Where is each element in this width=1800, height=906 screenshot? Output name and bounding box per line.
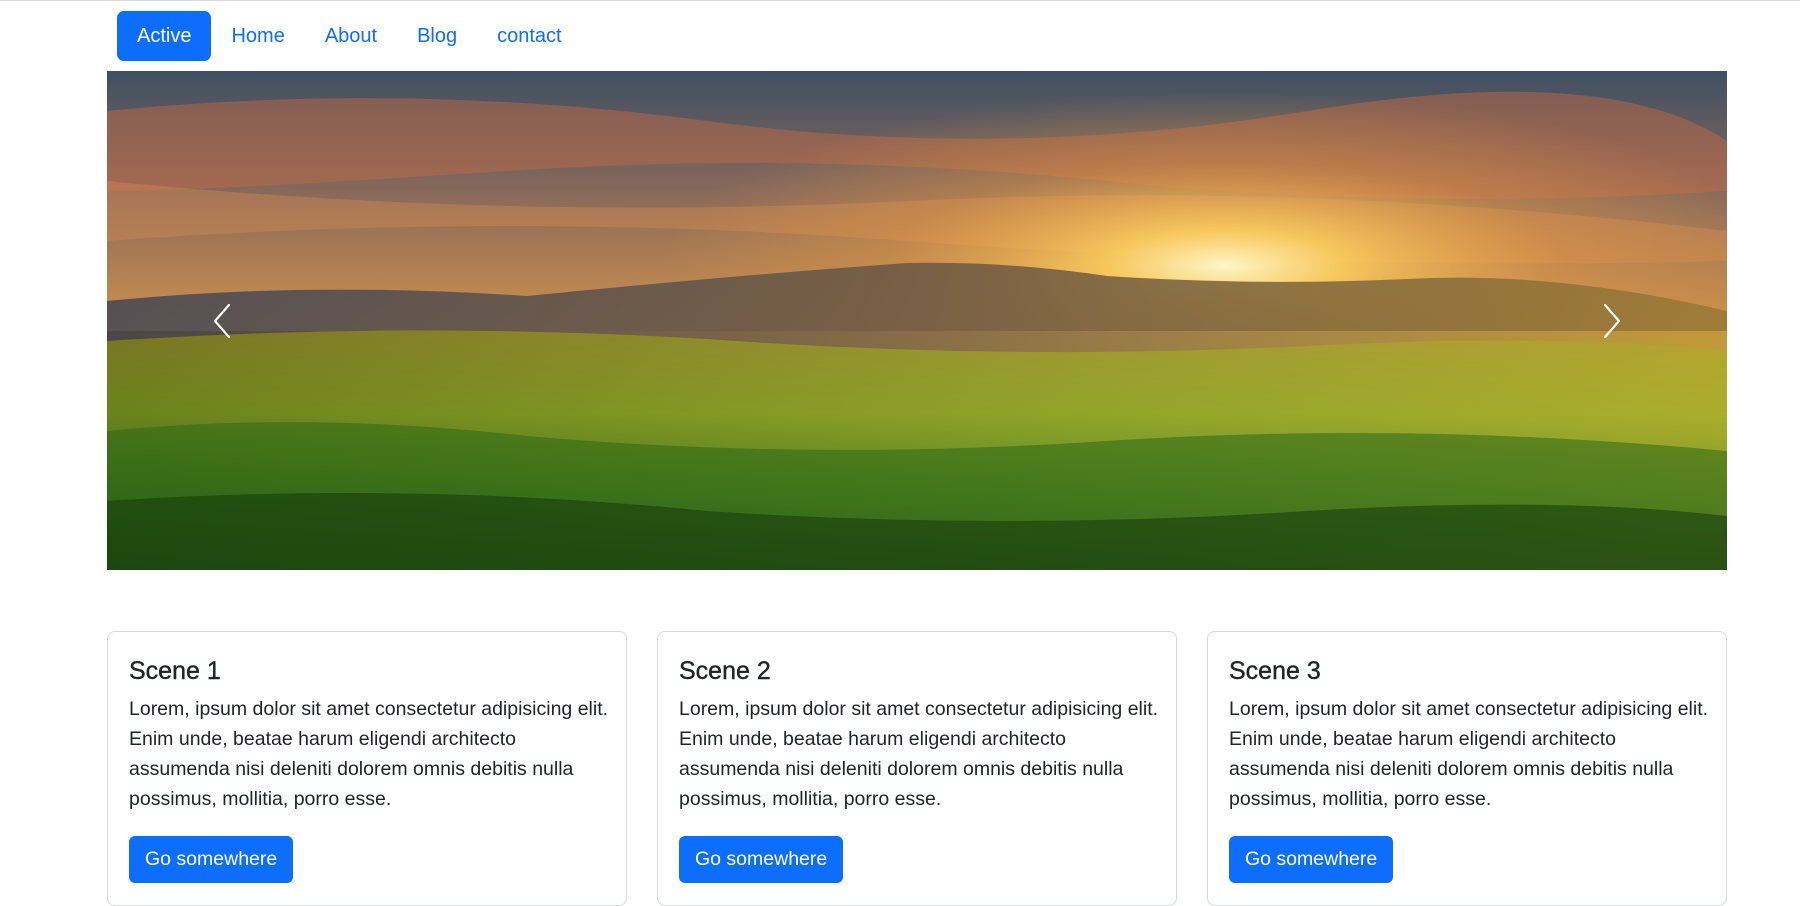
nav-item-blog[interactable]: Blog: [397, 11, 477, 61]
nav-item-home[interactable]: Home: [211, 11, 304, 61]
nav-item-active[interactable]: Active: [117, 11, 212, 61]
card-scene-2: Scene 2 Lorem, ipsum dolor sit amet cons…: [657, 631, 1177, 906]
card-scene-3: Scene 3 Lorem, ipsum dolor sit amet cons…: [1207, 631, 1727, 906]
top-border: [0, 0, 1800, 1]
card-text: Lorem, ipsum dolor sit amet consectetur …: [679, 698, 1159, 810]
chevron-right-icon: [1603, 303, 1621, 338]
go-somewhere-button[interactable]: Go somewhere: [1229, 836, 1394, 883]
carousel-slide-image: [107, 71, 1727, 570]
main-nav: Active Home About Blog contact: [117, 11, 582, 61]
card-text: Lorem, ipsum dolor sit amet consectetur …: [1229, 698, 1709, 810]
chevron-left-icon: [213, 303, 231, 338]
carousel-prev-button[interactable]: [107, 71, 337, 570]
card-title: Scene 2: [679, 657, 771, 685]
go-somewhere-button[interactable]: Go somewhere: [129, 836, 294, 883]
image-carousel: [107, 71, 1727, 570]
card-title: Scene 3: [1229, 657, 1321, 685]
carousel-next-button[interactable]: [1497, 71, 1727, 570]
card-scene-1: Scene 1 Lorem, ipsum dolor sit amet cons…: [107, 631, 627, 906]
go-somewhere-button[interactable]: Go somewhere: [679, 836, 844, 883]
nav-item-about[interactable]: About: [305, 11, 397, 61]
card-text: Lorem, ipsum dolor sit amet consectetur …: [129, 698, 609, 810]
nav-item-contact[interactable]: contact: [477, 11, 581, 61]
card-title: Scene 1: [129, 657, 221, 685]
card-grid: Scene 1 Lorem, ipsum dolor sit amet cons…: [107, 631, 1727, 906]
